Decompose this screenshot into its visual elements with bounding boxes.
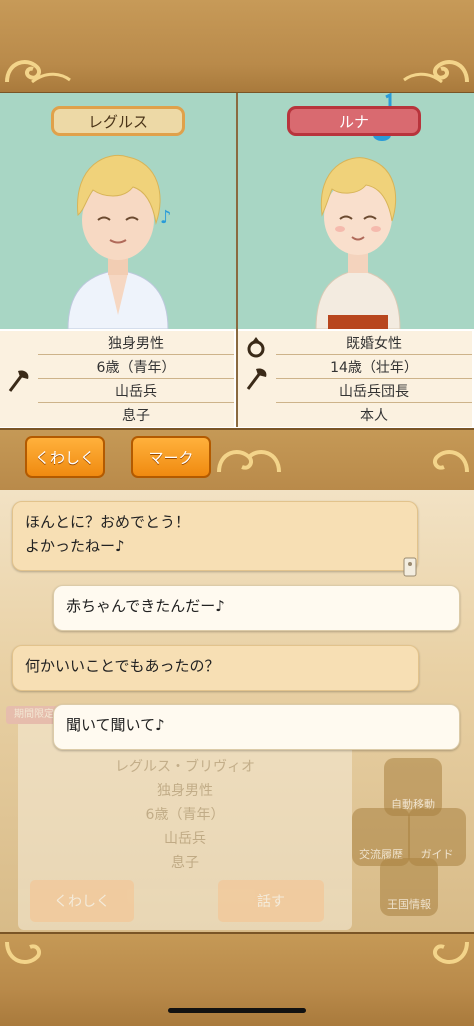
- bookmark-icon: [403, 557, 417, 577]
- scroll-ornament-right-icon: [403, 60, 469, 84]
- mark-button[interactable]: マーク: [131, 436, 211, 478]
- bg-name: レグルス・ブリヴィオ: [115, 759, 255, 775]
- bg-relation: 息子: [171, 855, 199, 871]
- chat-line: 聞いて聞いて♪: [66, 716, 165, 734]
- scroll-ornament-right-icon: [433, 450, 469, 473]
- home-indicator[interactable]: [168, 1008, 306, 1013]
- character-portrait-left: ♪: [67, 154, 172, 329]
- chat-bubble-3: 何かいいことでもあったの？: [12, 645, 419, 691]
- character-name-right: ルナ: [287, 106, 421, 136]
- info-relation: 息子: [122, 408, 150, 424]
- top-frame: [0, 0, 474, 94]
- bg-status: 独身男性: [157, 783, 213, 799]
- bg-details-button: くわしく: [30, 880, 134, 922]
- chat-bubble-1: ほんとに？おめでとう！ よかったねー♪: [12, 501, 418, 577]
- character-info-left: 独身男性 6歳（青年） 山岳兵 息子: [0, 331, 234, 427]
- details-button[interactable]: くわしく: [25, 436, 105, 478]
- scroll-ornament-left-icon: [5, 941, 41, 964]
- info-age: 14歳（壮年）: [276, 355, 472, 379]
- chat-line: ほんとに？おめでとう！: [25, 513, 191, 531]
- bg-talk-button: 話す: [218, 880, 324, 922]
- chat-bubble-4: 聞いて聞いて♪: [53, 704, 460, 750]
- bg-job: 山岳兵: [164, 831, 206, 847]
- ring-icon: [247, 337, 265, 358]
- character-portrait-right: [315, 157, 401, 329]
- chat-line: よかったねー♪: [25, 537, 125, 555]
- kingdom-info-icon: 王国情報: [380, 858, 438, 916]
- chat-line: 赤ちゃんできたんだー♪: [66, 597, 225, 615]
- info-marital-status: 既婚女性: [276, 331, 472, 355]
- character-info-right: 既婚女性 14歳（壮年） 山岳兵団長 本人: [238, 331, 472, 427]
- axe-icon: [8, 370, 29, 392]
- bg-age: 6歳（青年）: [145, 807, 225, 823]
- scroll-ornament-right-icon: [433, 941, 469, 964]
- character-name-left: レグルス: [51, 106, 185, 136]
- info-relation: 本人: [360, 408, 388, 424]
- scroll-ornament-center-icon: [217, 450, 281, 473]
- portrait-divider: [236, 93, 238, 427]
- info-job: 山岳兵: [38, 379, 234, 403]
- scroll-ornament-left-icon: [5, 60, 71, 84]
- axe-icon: [246, 368, 267, 390]
- info-age: 6歳（青年）: [38, 355, 234, 379]
- svg-text:♪: ♪: [160, 207, 172, 228]
- chat-bubble-2: 赤ちゃんできたんだー♪: [53, 585, 460, 631]
- chat-line: 何かいいことでもあったの？: [25, 657, 220, 675]
- info-job: 山岳兵団長: [276, 379, 472, 403]
- info-marital-status: 独身男性: [38, 331, 234, 355]
